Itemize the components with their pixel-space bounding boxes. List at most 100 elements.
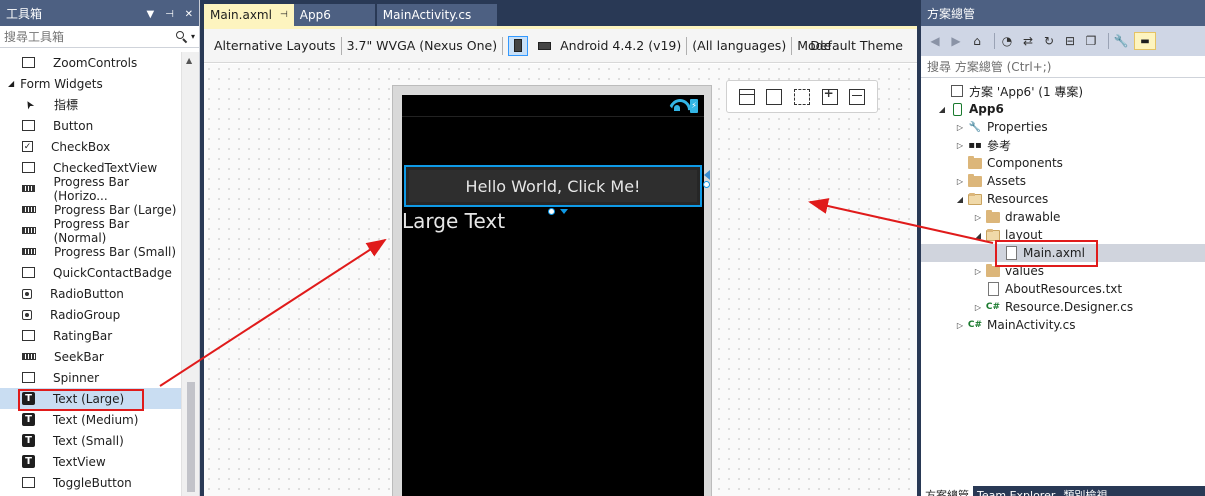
csharp-file-icon: C# — [967, 320, 983, 330]
tab-solution-explorer[interactable]: 方案總管 — [921, 486, 973, 496]
resize-handle-bottom[interactable] — [548, 208, 555, 215]
forward-icon[interactable]: ▶ — [948, 33, 964, 49]
toolbox-item[interactable]: ToggleButton — [0, 472, 181, 493]
tree-node[interactable]: ▷ 🔧 Properties — [921, 118, 1205, 136]
properties-wrench-icon[interactable]: 🔧 — [1113, 33, 1129, 49]
toolbox-item[interactable]: Progress Bar (Small) — [0, 241, 181, 262]
tree-node-label: 方案 'App6' (1 專案) — [969, 84, 1084, 99]
resize-handle-right[interactable] — [703, 181, 710, 188]
pin-icon[interactable]: ⊣ — [165, 9, 174, 20]
tree-node[interactable]: ▷ C# Resource.Designer.cs — [921, 298, 1205, 316]
alternative-layouts-button[interactable]: Alternative Layouts — [214, 38, 336, 53]
scrollbar-thumb[interactable] — [187, 382, 195, 492]
scroll-up-icon[interactable]: ▲ — [186, 56, 192, 65]
device-selector[interactable]: 3.7" WVGA (Nexus One) — [347, 38, 498, 53]
toolbox-scrollbar[interactable]: ▲ — [181, 52, 199, 496]
toolbox-search-input[interactable] — [4, 29, 175, 44]
status-bar: ⚡ — [402, 95, 704, 117]
portrait-button[interactable] — [508, 35, 529, 56]
toolbox-item[interactable]: SeekBar — [0, 346, 181, 367]
expand-icon[interactable]: ▷ — [953, 177, 967, 186]
tree-node[interactable]: ▷ C# MainActivity.cs — [921, 316, 1205, 334]
widget-icon — [22, 162, 35, 173]
checkbox-icon: ✓ — [22, 141, 33, 152]
language-selector[interactable]: (All languages) — [692, 38, 786, 53]
tree-node[interactable]: ▷ drawable — [921, 208, 1205, 226]
expand-icon[interactable]: ▷ — [971, 303, 985, 312]
toolbox-item-label: SeekBar — [54, 349, 104, 364]
zoom-in-button[interactable] — [821, 86, 838, 105]
preview-pin-button[interactable]: ▬ — [1134, 32, 1156, 50]
sync-icon[interactable]: ⇄ — [1020, 33, 1036, 49]
android-project-icon — [949, 102, 965, 116]
collapse-all-icon[interactable]: ⊟ — [1062, 33, 1078, 49]
tree-node[interactable]: AboutResources.txt — [921, 280, 1205, 298]
api-level-selector[interactable]: Android 4.4.2 (v19) — [560, 38, 681, 53]
toolbox-item[interactable]: T Text (Small) — [0, 430, 181, 451]
toolbox-list: ZoomControls ◢ Form Widgets ➤ 指標 Button ✓ Check… — [0, 52, 181, 493]
expand-icon[interactable]: ◢ — [971, 231, 985, 240]
separator — [994, 33, 995, 49]
widget-icon — [22, 330, 35, 341]
expand-icon[interactable]: ▷ — [971, 213, 985, 222]
expand-icon[interactable]: ▷ — [971, 267, 985, 276]
expand-icon[interactable]: ▷ — [953, 321, 967, 330]
toolbox-item[interactable]: QuickContactBadge — [0, 262, 181, 283]
toolbox-item[interactable]: Spinner — [0, 367, 181, 388]
solution-search[interactable]: 搜尋 方案總管 (Ctrl+;) — [921, 56, 1205, 78]
tree-node[interactable]: 方案 'App6' (1 專案) — [921, 82, 1205, 100]
toolbox-item-label: Progress Bar (Small) — [54, 244, 177, 259]
tab-class-view[interactable]: 類別檢視 — [1059, 486, 1111, 496]
anchor-icon[interactable] — [704, 170, 710, 180]
search-dropdown-icon[interactable]: ▾ — [191, 32, 195, 41]
hello-button[interactable]: Hello World, Click Me! — [404, 165, 702, 207]
expand-icon[interactable]: ▷ — [953, 123, 967, 132]
expand-icon[interactable]: ▷ — [953, 141, 967, 150]
toolbox-item[interactable]: T Text (Medium) — [0, 409, 181, 430]
tree-node[interactable]: ▷ ▪▪ 參考 — [921, 136, 1205, 154]
expand-icon[interactable]: ◢ — [935, 105, 949, 114]
toolbox-item[interactable]: ✓ CheckBox — [0, 136, 181, 157]
back-icon[interactable]: ◀ — [927, 33, 943, 49]
toolbox-item[interactable]: RadioGroup — [0, 304, 181, 325]
landscape-button[interactable] — [534, 36, 554, 56]
history-icon[interactable]: ◔ — [999, 33, 1015, 49]
fit-width-button[interactable] — [738, 88, 755, 105]
fit-page-button[interactable] — [766, 88, 783, 105]
device-screen[interactable]: ⚡ Hello World, Click Me! Large Text — [402, 95, 710, 496]
toolbox-item[interactable]: T TextView — [0, 451, 181, 472]
anchor-bottom-icon[interactable] — [560, 209, 568, 214]
progress-bar-icon — [22, 206, 36, 213]
large-text-view[interactable]: Large Text — [402, 209, 505, 233]
tab-team-explorer[interactable]: Team Explorer — [973, 486, 1059, 496]
solution-search-input[interactable]: 搜尋 方案總管 (Ctrl+;) — [927, 58, 1051, 75]
refresh-icon[interactable]: ↻ — [1041, 33, 1057, 49]
tab-mainactivity[interactable]: MainActivity.cs — [376, 4, 497, 26]
expand-icon[interactable]: ◢ — [953, 195, 967, 204]
toolbox-item[interactable]: Progress Bar (Normal) — [0, 217, 181, 245]
zoom-out-button[interactable] — [849, 88, 866, 105]
solution-title-bar: 方案總管 — [921, 0, 1205, 26]
tab-app6[interactable]: App6 — [293, 4, 375, 26]
show-all-files-icon[interactable]: ❐ — [1083, 33, 1099, 49]
theme-selector[interactable]: Default Theme — [810, 38, 903, 53]
toolbox-item[interactable]: ➤ 指標 — [0, 94, 181, 115]
toolbox-item[interactable]: ZoomControls — [0, 52, 181, 73]
home-icon[interactable]: ⌂ — [969, 33, 985, 49]
close-icon[interactable]: ✕ — [185, 9, 193, 20]
toolbox-group-form-widgets[interactable]: ◢ Form Widgets — [0, 73, 181, 94]
toolbox-item[interactable]: Button — [0, 115, 181, 136]
dropdown-icon[interactable]: ▼ — [147, 9, 155, 20]
tree-node[interactable]: Components — [921, 154, 1205, 172]
tab-main-axml[interactable]: Main.axml ⊣ — [204, 4, 294, 26]
search-icon[interactable] — [175, 30, 189, 44]
toolbox-item[interactable]: RadioButton — [0, 283, 181, 304]
tree-node[interactable]: ◢ Resources — [921, 190, 1205, 208]
tree-node[interactable]: ▷ Assets — [921, 172, 1205, 190]
toolbox-item[interactable]: RatingBar — [0, 325, 181, 346]
toolbox-item[interactable]: Progress Bar (Horizo... — [0, 175, 181, 203]
zoom-in-icon — [821, 86, 838, 105]
actual-size-button[interactable] — [793, 88, 810, 105]
tree-node[interactable]: ◢ App6 — [921, 100, 1205, 118]
pin-icon[interactable]: ⊣ — [280, 10, 288, 20]
